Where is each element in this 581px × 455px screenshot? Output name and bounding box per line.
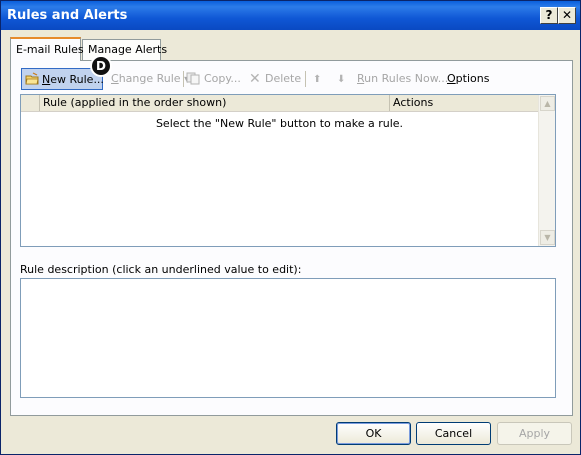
delete-icon: ✕ (249, 71, 261, 87)
copy-icon (186, 72, 200, 85)
new-rule-icon (25, 72, 39, 85)
title-bar[interactable]: Rules and Alerts ? ✕ (1, 1, 580, 30)
move-down-button[interactable]: ⬇ (337, 68, 345, 90)
cancel-button[interactable]: Cancel (416, 422, 491, 445)
arrow-up-icon: ⬆ (313, 74, 322, 85)
column-header-actions[interactable]: Actions (390, 95, 538, 111)
run-rules-now-button[interactable]: Run Rules Now... (357, 68, 448, 90)
window-title: Rules and Alerts (7, 8, 128, 23)
empty-list-message: Select the "New Rule" button to make a r… (155, 117, 404, 130)
scroll-down-icon[interactable]: ▼ (540, 230, 555, 245)
email-rules-panel: New Rule... Change Rule ▼ Copy... ✕ Dele… (10, 60, 573, 416)
arrow-down-icon: ⬇ (337, 74, 346, 85)
run-rules-label: un Rules Now... (364, 72, 449, 85)
options-button[interactable]: Options (447, 68, 489, 90)
toolbar-separator (183, 71, 184, 87)
delete-button[interactable]: ✕ Delete (248, 68, 301, 90)
options-label: ptions (455, 72, 490, 85)
copy-button[interactable]: Copy... (186, 68, 241, 90)
rules-and-alerts-dialog: Rules and Alerts ? ✕ E-mail Rules Manage… (0, 0, 581, 455)
scroll-up-icon[interactable]: ▲ (540, 96, 555, 111)
ok-button[interactable]: OK (336, 422, 411, 445)
rule-description-box[interactable] (20, 278, 556, 398)
move-up-button[interactable]: ⬆ (313, 68, 321, 90)
toolbar-separator (305, 71, 306, 87)
vertical-scrollbar[interactable]: ▲ ▼ (538, 95, 555, 246)
column-header-rule[interactable]: Rule (applied in the order shown) (40, 95, 390, 111)
options-mnemonic: O (447, 72, 456, 85)
cursor-marker: D (90, 55, 112, 77)
help-button[interactable]: ? (540, 7, 558, 24)
rules-list-header: Rule (applied in the order shown) Action… (21, 95, 538, 112)
column-header-checkbox[interactable] (21, 95, 40, 111)
new-rule-mnemonic: N (42, 73, 51, 86)
change-rule-label: hange Rule (118, 72, 181, 85)
apply-button[interactable]: Apply (497, 422, 572, 445)
rules-list[interactable]: Rule (applied in the order shown) Action… (20, 94, 556, 247)
rule-description-label: Rule description (click an underlined va… (20, 263, 302, 276)
close-button[interactable]: ✕ (558, 7, 576, 24)
change-rule-mnemonic: C (111, 72, 119, 85)
change-rule-button[interactable]: Change Rule ▼ (111, 68, 190, 90)
delete-label: Delete (265, 72, 302, 85)
tab-email-rules[interactable]: E-mail Rules (10, 37, 84, 61)
copy-label: Copy... (204, 72, 241, 85)
